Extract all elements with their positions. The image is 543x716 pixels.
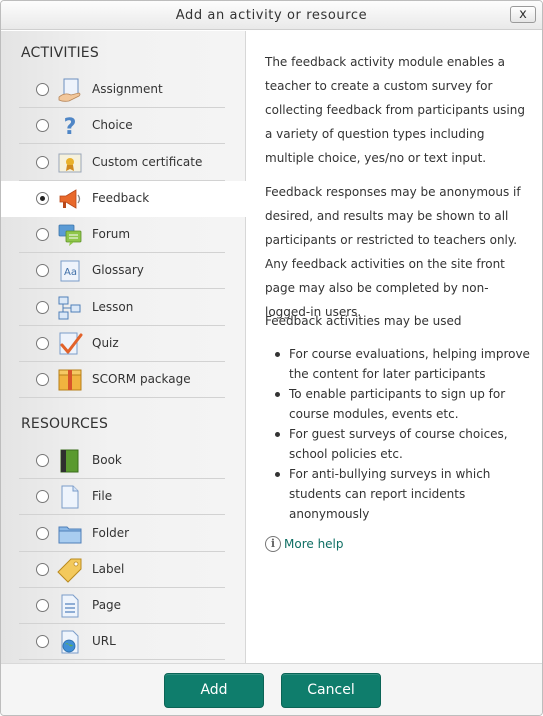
radio-button[interactable] — [36, 301, 49, 314]
option-label: Quiz — [92, 336, 119, 350]
usage-text: For guest surveys of course choices, sch… — [289, 427, 508, 461]
option-label: Glossary — [92, 263, 144, 277]
url-icon — [61, 630, 79, 654]
activity-option-lesson[interactable]: Lesson — [19, 290, 225, 326]
page-icon — [61, 594, 79, 618]
option-label: Label — [92, 562, 125, 576]
option-label: SCORM package — [92, 372, 191, 386]
description-paragraph: The feedback activity module enables a t… — [265, 55, 525, 165]
close-button[interactable]: x — [510, 6, 536, 23]
usage-list: For course evaluations, helping improve … — [273, 344, 533, 524]
activity-option-quiz[interactable]: Quiz — [19, 326, 225, 362]
cancel-button[interactable]: Cancel — [281, 673, 381, 708]
radio-button[interactable] — [36, 337, 49, 350]
option-label: Page — [92, 598, 122, 612]
description-paragraph: Feedback activities may be used — [265, 314, 462, 328]
more-help-label[interactable]: More help — [284, 537, 344, 551]
option-label: Custom certificate — [92, 155, 203, 169]
radio-button[interactable] — [36, 599, 49, 612]
activity-option-custom-certificate[interactable]: Custom certificate — [19, 145, 225, 181]
label-icon — [57, 558, 82, 583]
add-activity-dialog: Add an activity or resource x ACTIVITIES… — [0, 0, 543, 716]
module-description-panel: The feedback activity module enables a t… — [247, 31, 542, 663]
usage-text: For anti-bullying surveys in which stude… — [289, 467, 491, 521]
bullet-icon — [275, 472, 280, 477]
bullet-icon — [275, 432, 280, 437]
module-list-panel: ACTIVITIES Assignment ? Choice Custom ce… — [1, 31, 246, 663]
dialog-titlebar: Add an activity or resource x — [1, 1, 542, 30]
resource-option-book[interactable]: Book — [19, 443, 225, 479]
book-icon — [60, 449, 79, 473]
activity-option-glossary[interactable]: Aa Glossary — [19, 253, 225, 289]
resource-option-page[interactable]: Page — [19, 588, 225, 624]
quiz-icon — [59, 332, 83, 355]
resources-heading: RESOURCES — [21, 416, 109, 432]
option-label: Book — [92, 453, 122, 467]
radio-button[interactable] — [36, 635, 49, 648]
option-label: Assignment — [92, 82, 163, 96]
radio-button[interactable] — [36, 527, 49, 540]
svg-text:?: ? — [64, 115, 77, 139]
folder-icon — [58, 526, 82, 544]
forum-icon — [58, 224, 82, 246]
radio-button[interactable] — [36, 264, 49, 277]
activity-option-assignment[interactable]: Assignment — [19, 72, 225, 108]
resource-option-url[interactable]: URL — [19, 624, 225, 660]
usage-list-item: For course evaluations, helping improve … — [273, 344, 533, 384]
glossary-icon: Aa — [60, 260, 80, 282]
dialog-footer: Add Cancel — [1, 663, 542, 715]
add-button[interactable]: Add — [164, 673, 264, 708]
info-icon: i — [265, 536, 281, 552]
resource-option-file[interactable]: File — [19, 479, 225, 515]
assignment-icon — [58, 78, 81, 102]
activities-heading: ACTIVITIES — [21, 45, 99, 61]
option-label: Choice — [92, 118, 133, 132]
resource-option-folder[interactable]: Folder — [19, 516, 225, 552]
radio-button[interactable] — [36, 119, 49, 132]
description-paragraph: Feedback responses may be anonymous if d… — [265, 185, 521, 319]
usage-list-item: For anti-bullying surveys in which stude… — [273, 464, 533, 524]
choice-icon: ? — [64, 115, 77, 139]
usage-list-item: To enable participants to sign up for co… — [273, 384, 533, 424]
activity-option-forum[interactable]: Forum — [19, 217, 225, 253]
radio-button-selected[interactable] — [36, 192, 49, 205]
usage-text: To enable participants to sign up for co… — [289, 387, 506, 421]
radio-button[interactable] — [36, 228, 49, 241]
option-label: URL — [92, 634, 116, 648]
activity-option-feedback[interactable]: Feedback — [1, 181, 246, 217]
option-label: Forum — [92, 227, 131, 241]
bullet-icon — [275, 392, 280, 397]
radio-button[interactable] — [36, 83, 49, 96]
radio-dot — [40, 196, 45, 201]
scorm-icon — [58, 369, 82, 391]
svg-text:Aa: Aa — [64, 267, 77, 278]
radio-button[interactable] — [36, 373, 49, 386]
option-label: Lesson — [92, 300, 134, 314]
close-icon: x — [519, 7, 527, 22]
radio-button[interactable] — [36, 563, 49, 576]
resource-option-label[interactable]: Label — [19, 552, 225, 588]
dialog-title: Add an activity or resource — [175, 8, 368, 23]
activity-option-choice[interactable]: ? Choice — [19, 108, 225, 144]
certificate-icon — [58, 153, 82, 173]
radio-button[interactable] — [36, 156, 49, 169]
radio-button[interactable] — [36, 490, 49, 503]
radio-button[interactable] — [36, 454, 49, 467]
usage-list-item: For guest surveys of course choices, sch… — [273, 424, 533, 464]
file-icon — [61, 485, 79, 509]
option-label: Folder — [92, 526, 130, 540]
bullet-icon — [275, 352, 280, 357]
lesson-icon — [58, 296, 81, 320]
activity-option-scorm-package[interactable]: SCORM package — [19, 362, 225, 398]
usage-text: For course evaluations, helping improve … — [289, 347, 530, 381]
feedback-icon — [59, 189, 81, 209]
option-label: File — [92, 489, 113, 503]
option-label: Feedback — [92, 191, 150, 205]
